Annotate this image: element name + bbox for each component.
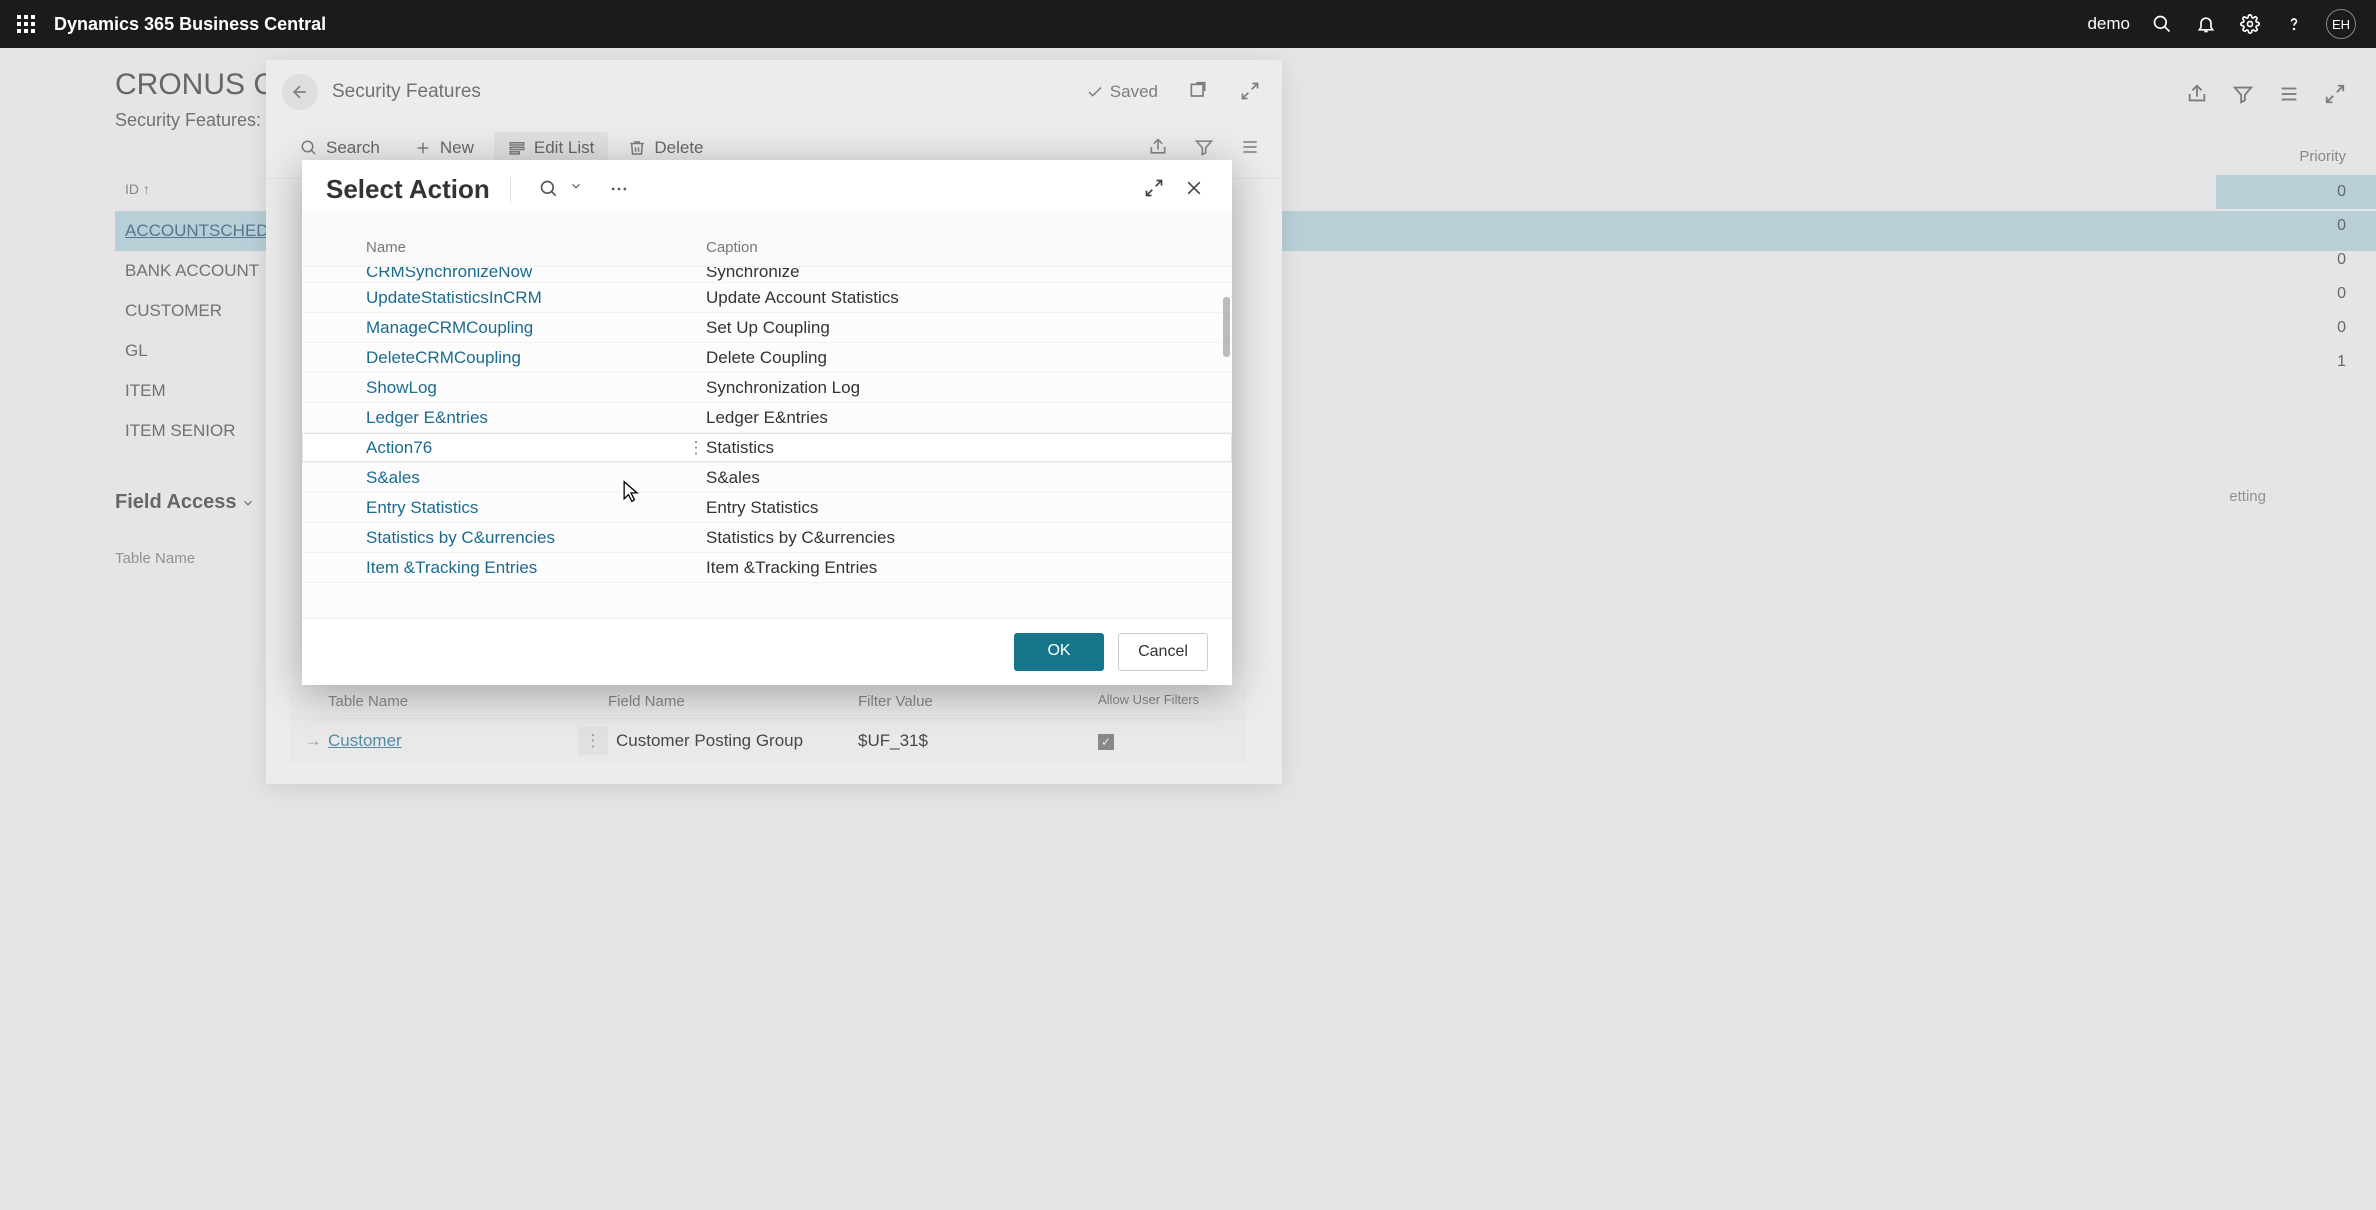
- action-row[interactable]: Statistics by C&urrenciesStatistics by C…: [302, 523, 1232, 553]
- action-caption: Statistics: [706, 438, 1202, 458]
- action-caption: Delete Coupling: [706, 348, 1202, 368]
- topbar: Dynamics 365 Business Central demo EH: [0, 0, 2376, 48]
- action-name-link[interactable]: S&ales: [366, 468, 706, 488]
- action-row[interactable]: Item &Tracking EntriesItem &Tracking Ent…: [302, 553, 1232, 583]
- action-name-link[interactable]: Ledger E&ntries: [366, 408, 706, 428]
- dialog-title: Select Action: [326, 174, 490, 205]
- action-name-link[interactable]: DeleteCRMCoupling: [366, 348, 706, 368]
- action-name-link[interactable]: Action76: [366, 438, 686, 458]
- action-caption: Ledger E&ntries: [706, 408, 1202, 428]
- select-action-dialog: Select Action Name Caption CRMSynchroniz…: [302, 160, 1232, 685]
- more-actions-icon[interactable]: [609, 179, 631, 201]
- action-row[interactable]: DeleteCRMCouplingDelete Coupling: [302, 343, 1232, 373]
- expand-icon[interactable]: [1144, 178, 1168, 202]
- cancel-button[interactable]: Cancel: [1118, 633, 1208, 671]
- scrollbar-thumb[interactable]: [1223, 297, 1230, 357]
- action-name-link[interactable]: UpdateStatisticsInCRM: [366, 288, 706, 308]
- action-name-link[interactable]: ManageCRMCoupling: [366, 318, 706, 338]
- app-launcher-icon[interactable]: [10, 8, 42, 40]
- environment-label: demo: [2087, 14, 2130, 34]
- user-avatar[interactable]: EH: [2326, 9, 2356, 39]
- action-row[interactable]: Entry StatisticsEntry Statistics: [302, 493, 1232, 523]
- search-icon[interactable]: [2150, 12, 2174, 36]
- action-name-link[interactable]: Item &Tracking Entries: [366, 558, 706, 578]
- action-name-link[interactable]: Entry Statistics: [366, 498, 706, 518]
- action-name-link[interactable]: ShowLog: [366, 378, 706, 398]
- action-caption: S&ales: [706, 468, 1202, 488]
- action-caption: Item &Tracking Entries: [706, 558, 1202, 578]
- action-caption: Statistics by C&urrencies: [706, 528, 1202, 548]
- notification-icon[interactable]: [2194, 12, 2218, 36]
- col-caption[interactable]: Caption: [706, 239, 1202, 256]
- action-caption: Entry Statistics: [706, 498, 1202, 518]
- close-icon[interactable]: [1184, 178, 1208, 202]
- action-row[interactable]: S&alesS&ales: [302, 463, 1232, 493]
- action-row[interactable]: UpdateStatisticsInCRMUpdate Account Stat…: [302, 283, 1232, 313]
- action-name-link[interactable]: Statistics by C&urrencies: [366, 528, 706, 548]
- ok-button[interactable]: OK: [1014, 633, 1104, 671]
- action-caption: Update Account Statistics: [706, 288, 1202, 308]
- action-grid-body: CRMSynchronizeNowSynchronizeUpdateStatis…: [302, 267, 1232, 618]
- search-icon[interactable]: [539, 179, 561, 201]
- settings-icon[interactable]: [2238, 12, 2262, 36]
- chevron-down-icon[interactable]: [569, 179, 591, 201]
- col-name[interactable]: Name: [366, 239, 706, 256]
- action-caption: Synchronize: [706, 267, 1202, 282]
- row-more-icon[interactable]: ⋮: [686, 438, 706, 458]
- action-row[interactable]: Ledger E&ntriesLedger E&ntries: [302, 403, 1232, 433]
- action-caption: Set Up Coupling: [706, 318, 1202, 338]
- action-row[interactable]: CRMSynchronizeNowSynchronize: [302, 267, 1232, 283]
- action-caption: Synchronization Log: [706, 378, 1202, 398]
- product-title: Dynamics 365 Business Central: [54, 14, 326, 35]
- action-grid-header: Name Caption: [302, 211, 1232, 267]
- action-row[interactable]: ManageCRMCouplingSet Up Coupling: [302, 313, 1232, 343]
- action-name-link[interactable]: CRMSynchronizeNow: [366, 267, 706, 282]
- action-row[interactable]: Action76⋮Statistics: [302, 433, 1232, 463]
- action-row[interactable]: ShowLogSynchronization Log: [302, 373, 1232, 403]
- help-icon[interactable]: [2282, 12, 2306, 36]
